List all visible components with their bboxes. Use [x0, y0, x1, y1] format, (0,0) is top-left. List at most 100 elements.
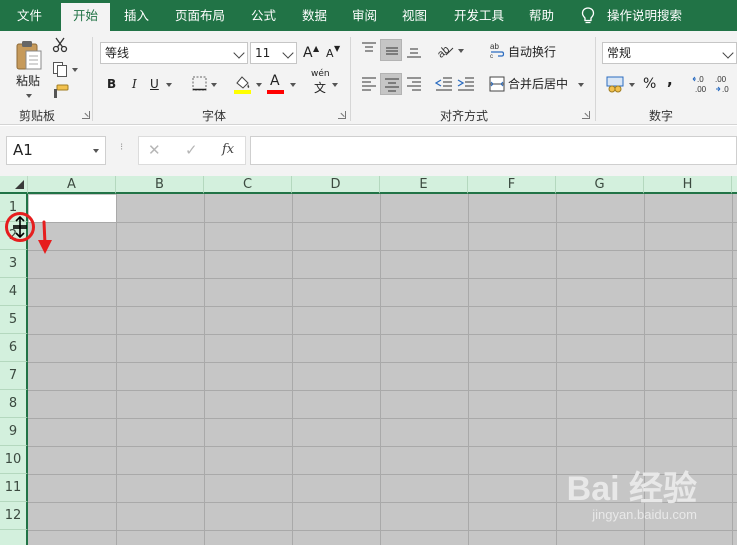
- name-box[interactable]: A1: [6, 136, 106, 165]
- tab-view[interactable]: 视图: [402, 0, 427, 31]
- alignment-launcher-icon[interactable]: [582, 111, 590, 119]
- tab-home[interactable]: 开始: [61, 3, 111, 31]
- align-right-icon[interactable]: [405, 75, 423, 93]
- comma-style-button[interactable]: ,: [667, 71, 673, 89]
- copy-dropdown-icon[interactable]: [72, 68, 78, 72]
- tab-data[interactable]: 数据: [302, 0, 327, 31]
- font-color-dropdown-icon[interactable]: [290, 83, 296, 87]
- clipboard-launcher-icon[interactable]: [82, 111, 90, 119]
- column-header-g[interactable]: G: [556, 176, 644, 194]
- font-size-select[interactable]: 11: [250, 42, 297, 64]
- paste-button[interactable]: 粘贴: [16, 72, 40, 90]
- chevron-down-icon: [282, 47, 294, 59]
- lightbulb-icon[interactable]: [581, 7, 595, 25]
- column-header-a[interactable]: A: [28, 176, 116, 194]
- font-color-button[interactable]: A: [270, 72, 280, 90]
- name-box-dropdown-icon[interactable]: [93, 149, 99, 153]
- decrease-decimal-icon[interactable]: .00 .0: [714, 74, 734, 94]
- column-header-c[interactable]: C: [204, 176, 292, 194]
- row-header-6[interactable]: 6: [0, 334, 28, 362]
- tab-review[interactable]: 审阅: [352, 0, 377, 31]
- percent-style-button[interactable]: %: [643, 75, 656, 93]
- align-center-button[interactable]: [380, 73, 402, 95]
- wrap-text-icon[interactable]: ab c: [489, 41, 505, 59]
- shrink-font-button[interactable]: A: [326, 45, 334, 63]
- increase-decimal-icon[interactable]: .0 .00: [692, 74, 710, 94]
- row-header-10[interactable]: 10: [0, 446, 28, 474]
- row-header-13[interactable]: [0, 530, 28, 545]
- copy-icon[interactable]: [52, 61, 68, 77]
- row-header-12[interactable]: 12: [0, 502, 28, 530]
- enter-entry-button[interactable]: ✓: [185, 141, 198, 159]
- tab-help[interactable]: 帮助: [529, 0, 554, 31]
- insert-function-button[interactable]: fx: [222, 141, 234, 159]
- orientation-dropdown-icon[interactable]: [458, 49, 464, 53]
- phonetic-guide-pinyin[interactable]: wén: [311, 69, 330, 79]
- accounting-format-icon[interactable]: [606, 75, 626, 93]
- grow-font-button[interactable]: A: [303, 44, 313, 62]
- orientation-icon[interactable]: ab: [435, 40, 455, 58]
- align-middle-button[interactable]: [380, 39, 402, 61]
- gridline: [468, 194, 469, 545]
- wrap-text-button[interactable]: 自动换行: [508, 43, 556, 61]
- align-top-icon[interactable]: [360, 41, 378, 59]
- row-header-9[interactable]: 9: [0, 418, 28, 446]
- font-group-label: 字体: [202, 109, 227, 123]
- row-header-8[interactable]: 8: [0, 390, 28, 418]
- font-launcher-icon[interactable]: [338, 111, 346, 119]
- cut-icon[interactable]: [52, 37, 68, 53]
- svg-text:.0: .0: [722, 85, 729, 94]
- row-header-4[interactable]: 4: [0, 278, 28, 306]
- row-header-11[interactable]: 11: [0, 474, 28, 502]
- tab-developer[interactable]: 开发工具: [454, 0, 504, 31]
- align-left-icon[interactable]: [360, 75, 378, 93]
- alignment-group-label: 对齐方式: [440, 109, 489, 123]
- select-all-button[interactable]: [0, 176, 28, 194]
- increase-indent-icon[interactable]: [457, 75, 475, 93]
- underline-button[interactable]: U: [150, 75, 159, 93]
- ribbon-tab-bar: 文件 开始 插入 页面布局 公式 数据 审阅 视图 开发工具 帮助 操作说明搜索: [0, 0, 737, 31]
- borders-icon[interactable]: [192, 76, 207, 91]
- worksheet-grid[interactable]: A B C D E F G H 1 2 3 4 5 6 7 8 9 10 11 …: [0, 176, 737, 545]
- column-header-i[interactable]: [732, 176, 737, 194]
- cancel-entry-button[interactable]: ✕: [148, 141, 161, 159]
- fill-color-icon[interactable]: [234, 74, 251, 94]
- row-header-7[interactable]: 7: [0, 362, 28, 390]
- italic-button[interactable]: I: [132, 75, 137, 93]
- paste-dropdown-icon[interactable]: [26, 94, 32, 98]
- borders-dropdown-icon[interactable]: [211, 83, 217, 87]
- column-header-b[interactable]: B: [116, 176, 204, 194]
- row-header-5[interactable]: 5: [0, 306, 28, 334]
- merge-dropdown-icon[interactable]: [578, 83, 584, 87]
- phonetic-dropdown-icon[interactable]: [332, 83, 338, 87]
- tab-insert[interactable]: 插入: [124, 0, 149, 31]
- row-header-3[interactable]: 3: [0, 250, 28, 278]
- tab-page-layout[interactable]: 页面布局: [175, 0, 225, 31]
- phonetic-guide-button[interactable]: 文: [314, 79, 326, 97]
- font-name-select[interactable]: 等线: [100, 42, 248, 64]
- baidu-jingyan-url: jingyan.baidu.com: [592, 507, 697, 522]
- accounting-dropdown-icon[interactable]: [629, 83, 635, 87]
- format-painter-icon[interactable]: [52, 83, 70, 99]
- bold-button[interactable]: B: [107, 75, 116, 93]
- active-cell-a1[interactable]: [29, 195, 116, 222]
- number-format-select[interactable]: 常规: [602, 42, 737, 64]
- merge-center-button[interactable]: 合并后居中: [508, 75, 568, 93]
- tab-formulas[interactable]: 公式: [251, 0, 276, 31]
- decrease-indent-icon[interactable]: [435, 75, 453, 93]
- paste-icon[interactable]: [14, 39, 44, 71]
- formula-input[interactable]: [250, 136, 737, 165]
- column-header-f[interactable]: F: [468, 176, 556, 194]
- tab-file[interactable]: 文件: [17, 0, 42, 31]
- formula-buttons: ✕ ✓ fx: [138, 136, 246, 165]
- tell-me-search[interactable]: 操作说明搜索: [607, 0, 682, 31]
- align-bottom-icon[interactable]: [405, 41, 423, 59]
- gridline: [292, 194, 293, 545]
- merge-center-icon[interactable]: [489, 75, 505, 93]
- column-header-d[interactable]: D: [292, 176, 380, 194]
- fill-color-dropdown-icon[interactable]: [256, 83, 262, 87]
- column-header-e[interactable]: E: [380, 176, 468, 194]
- gridline: [28, 530, 737, 531]
- column-header-h[interactable]: H: [644, 176, 732, 194]
- underline-dropdown-icon[interactable]: [166, 83, 172, 87]
